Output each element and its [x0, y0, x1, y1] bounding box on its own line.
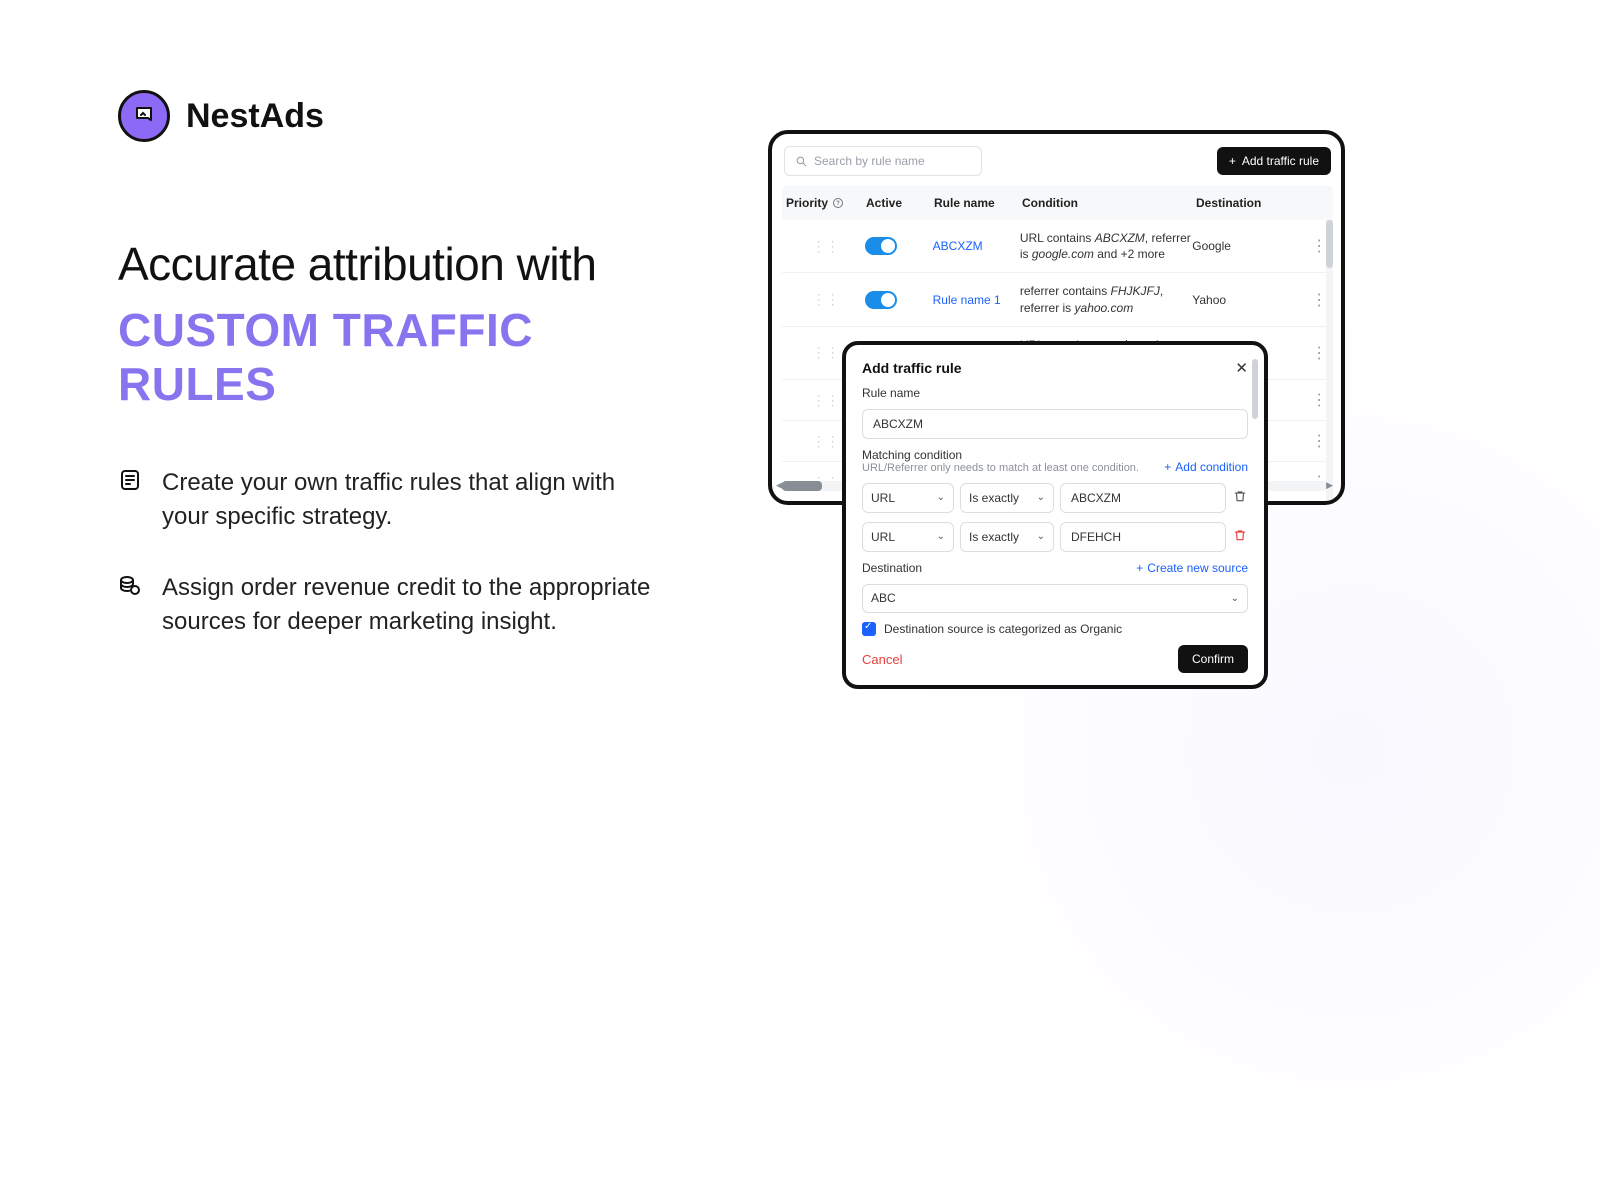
svg-text:?: ? — [836, 201, 840, 207]
feature-text: Assign order revenue credit to the appro… — [162, 571, 652, 638]
organic-checkbox-row[interactable]: Destination source is categorized as Org… — [862, 622, 1248, 636]
chevron-right-icon[interactable]: ▶ — [1326, 480, 1333, 491]
plus-icon: + — [1164, 460, 1171, 474]
col-destination: Destination — [1196, 196, 1314, 210]
search-input[interactable]: Search by rule name — [784, 146, 982, 176]
condition-field-select[interactable]: URL⌄ — [862, 522, 954, 552]
rule-name-link[interactable]: Rule name 1 — [933, 293, 1020, 307]
drag-handle-icon[interactable]: ⋮⋮ — [786, 238, 865, 255]
plus-icon: + — [1229, 154, 1236, 168]
destination-text: Yahoo — [1192, 293, 1309, 307]
trash-icon[interactable] — [1232, 528, 1248, 545]
feature-item: Assign order revenue credit to the appro… — [118, 571, 698, 638]
condition-operator-select[interactable]: Is exactly⌄ — [960, 522, 1054, 552]
destination-text: Google — [1192, 239, 1309, 253]
modal-scrollbar[interactable] — [1252, 359, 1258, 419]
active-toggle[interactable] — [865, 237, 897, 255]
col-active: Active — [866, 196, 934, 210]
brand-logo-icon — [118, 90, 170, 142]
checkbox-checked-icon[interactable] — [862, 622, 876, 636]
condition-field-select[interactable]: URL⌄ — [862, 483, 954, 513]
confirm-button[interactable]: Confirm — [1178, 645, 1248, 673]
rule-name-label: Rule name — [862, 386, 1248, 400]
matching-condition-hint: URL/Referrer only needs to match at leas… — [862, 462, 1139, 474]
drag-handle-icon[interactable]: ⋮⋮ — [786, 291, 865, 308]
chevron-down-icon: ⌄ — [937, 492, 945, 503]
condition-value-input[interactable] — [1060, 483, 1226, 513]
condition-row: URL⌄ Is exactly⌄ — [862, 483, 1248, 513]
condition-text: URL contains ABCXZM, referrer is google.… — [1020, 230, 1192, 262]
help-icon[interactable]: ? — [832, 197, 844, 209]
headline-line1: Accurate attribution with — [118, 237, 698, 291]
destination-select[interactable]: ABC⌄ — [862, 584, 1248, 614]
add-traffic-rule-button[interactable]: + Add traffic rule — [1217, 147, 1331, 175]
active-toggle[interactable] — [865, 291, 897, 309]
vertical-scrollbar[interactable] — [1326, 220, 1333, 500]
table-row: ⋮⋮ Rule name 1 referrer contains FHJKJFJ… — [782, 273, 1333, 326]
add-traffic-rule-modal: Add traffic rule ✕ Rule name Matching co… — [842, 341, 1268, 689]
coins-icon — [118, 573, 142, 638]
trash-icon[interactable] — [1232, 489, 1248, 506]
rule-name-link[interactable]: ABCXZM — [933, 239, 1020, 253]
table-header: Priority ? Active Rule name Condition De… — [782, 186, 1333, 220]
organic-label: Destination source is categorized as Org… — [884, 622, 1122, 636]
plus-icon: + — [1136, 561, 1143, 575]
search-icon — [795, 155, 808, 168]
chevron-down-icon: ⌄ — [1037, 492, 1045, 503]
col-rule-name: Rule name — [934, 196, 1022, 210]
destination-label: Destination — [862, 561, 922, 575]
search-placeholder: Search by rule name — [814, 154, 925, 168]
col-condition: Condition — [1022, 196, 1196, 210]
matching-condition-label: Matching condition — [862, 448, 1139, 462]
col-priority: Priority ? — [786, 196, 866, 210]
chevron-down-icon: ⌄ — [937, 531, 945, 542]
add-condition-button[interactable]: + Add condition — [1164, 460, 1248, 474]
brand-name: NestAds — [186, 97, 324, 136]
feature-item: Create your own traffic rules that align… — [118, 466, 698, 533]
condition-value-input[interactable] — [1060, 522, 1226, 552]
marketing-copy: NestAds Accurate attribution with Custom… — [118, 90, 698, 676]
chevron-down-icon: ⌄ — [1037, 531, 1045, 542]
document-icon — [118, 468, 142, 533]
modal-title: Add traffic rule — [862, 360, 962, 376]
brand: NestAds — [118, 90, 698, 142]
add-button-label: Add traffic rule — [1242, 154, 1319, 168]
cancel-button[interactable]: Cancel — [862, 652, 902, 667]
rule-name-input[interactable] — [862, 409, 1248, 439]
toolbar: Search by rule name + Add traffic rule — [782, 144, 1333, 186]
close-icon[interactable]: ✕ — [1235, 359, 1248, 377]
table-row: ⋮⋮ ABCXZM URL contains ABCXZM, referrer … — [782, 220, 1333, 273]
condition-text: referrer contains FHJKJFJ, referrer is y… — [1020, 283, 1192, 315]
condition-row: URL⌄ Is exactly⌄ — [862, 522, 1248, 552]
condition-operator-select[interactable]: Is exactly⌄ — [960, 483, 1054, 513]
create-new-source-button[interactable]: + Create new source — [1136, 561, 1248, 575]
chevron-down-icon: ⌄ — [1231, 593, 1239, 604]
headline-line2: Custom Traffic Rules — [118, 303, 698, 411]
feature-text: Create your own traffic rules that align… — [162, 466, 652, 533]
